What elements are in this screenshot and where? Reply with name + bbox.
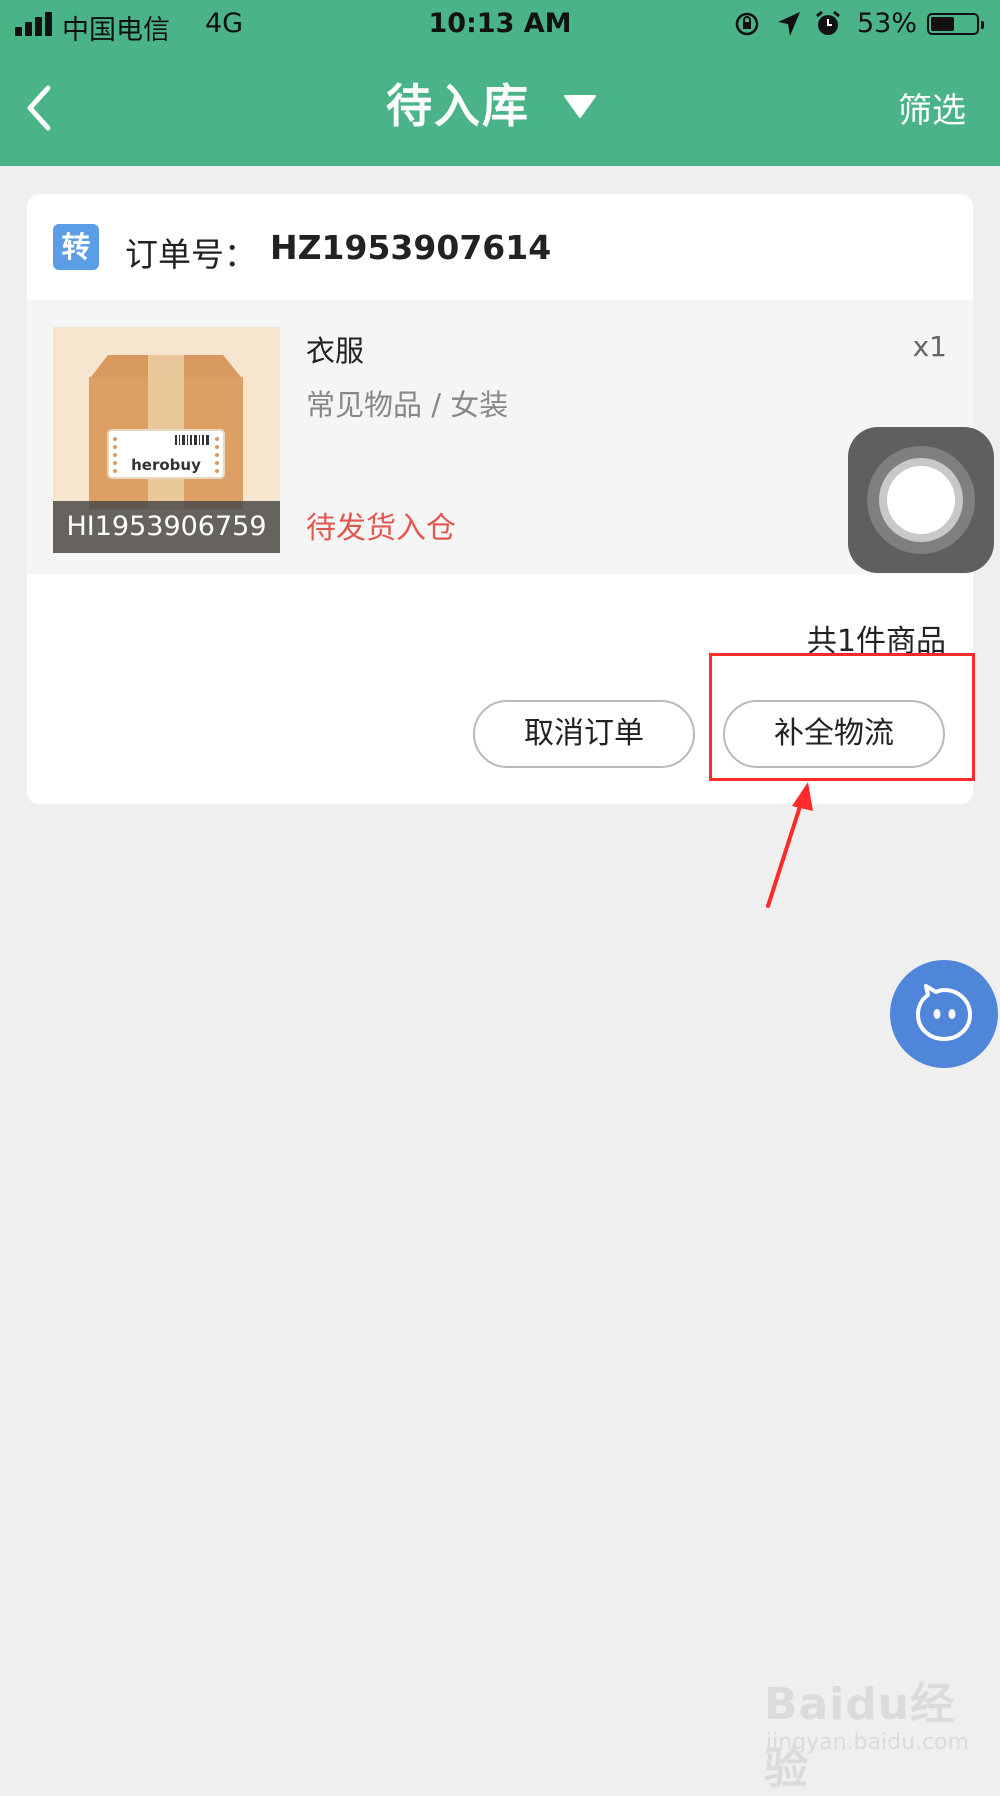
customer-service-button[interactable] [890, 960, 998, 1068]
status-time: 10:13 AM [428, 8, 572, 39]
cancel-order-button[interactable]: 取消订单 [473, 700, 695, 768]
location-icon [778, 12, 800, 36]
baidu-watermark: Baidu经验 jingyan.baidu.com [764, 1668, 969, 1794]
item-status: 待发货入仓 [306, 511, 456, 546]
chat-bot-icon [916, 984, 972, 1041]
order-item[interactable]: herobuy HI1953906759 衣服 常见物品 / 女装 x1 待发货… [27, 300, 973, 574]
order-number: HZ1953907614 [270, 228, 552, 267]
order-header: 转 订单号： HZ1953907614 [27, 194, 973, 300]
transfer-tag: 转 [53, 224, 99, 270]
annotation-highlight-box [709, 653, 975, 781]
back-chevron-icon[interactable] [20, 80, 60, 136]
filter-button[interactable]: 筛选 [898, 83, 966, 132]
alarm-icon [816, 10, 840, 35]
header-bar: 中国电信 4G 10:13 AM 53% 待入库 筛选 [0, 0, 1000, 166]
dropdown-triangle-icon[interactable] [563, 93, 597, 119]
battery-percent: 53% [857, 8, 918, 39]
orientation-lock-icon [735, 12, 759, 36]
status-bar: 中国电信 4G 10:13 AM 53% [0, 0, 1000, 50]
annotation-arrow-icon [766, 782, 813, 908]
order-number-label: 订单号： [125, 235, 257, 274]
watermark-site: jingyan.baidu.com [766, 1730, 970, 1755]
item-thumbnail: herobuy HI1953906759 [53, 327, 280, 553]
thumbnail-brand-label: herobuy [131, 456, 201, 474]
assistive-touch-button[interactable] [848, 427, 994, 573]
item-name: 衣服 [306, 334, 365, 368]
item-quantity: x1 [912, 330, 947, 363]
battery-icon [927, 13, 984, 35]
page-title[interactable]: 待入库 [386, 70, 530, 136]
item-category: 常见物品 / 女装 [306, 388, 509, 422]
item-code: HI1953906759 [53, 501, 280, 553]
